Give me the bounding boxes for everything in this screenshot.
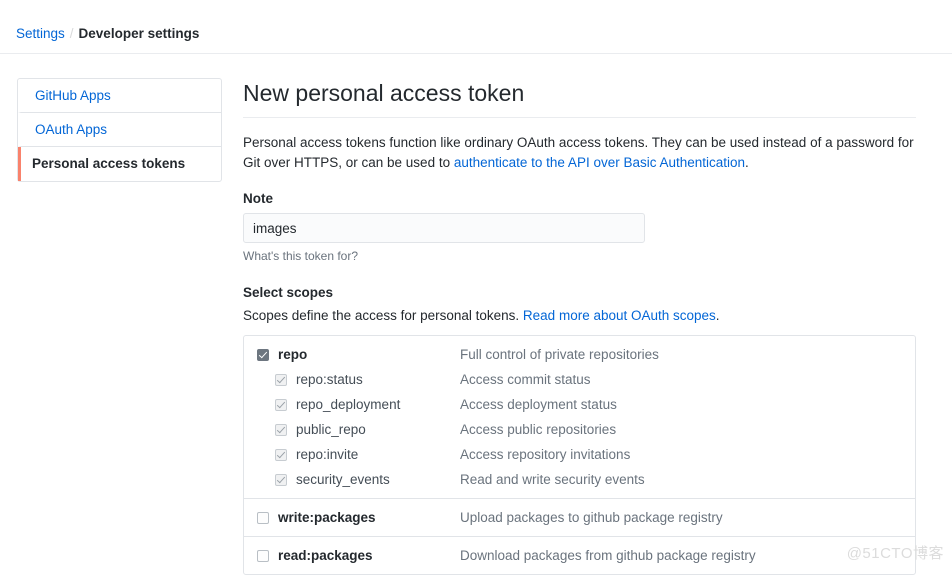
scope-row-repo-deployment[interactable]: repo_deployment Access deployment status (244, 392, 915, 417)
select-scopes-subtext: Scopes define the access for personal to… (243, 308, 916, 323)
scope-row-repo[interactable]: repo Full control of private repositorie… (244, 342, 915, 367)
scopes-subtext-after: . (715, 308, 720, 323)
scope-row-repo-invite[interactable]: repo:invite Access repository invitation… (244, 442, 915, 467)
scope-name-repo-deployment: repo_deployment (296, 397, 401, 412)
page-title: New personal access token (243, 80, 525, 106)
checkbox-repo-status-icon[interactable] (275, 373, 287, 386)
select-scopes-heading: Select scopes (243, 285, 334, 300)
watermark: @51CTO博客 (846, 545, 944, 562)
scopes-list: repo Full control of private repositorie… (243, 335, 916, 575)
scopes-subtext-before: Scopes define the access for personal to… (243, 308, 523, 323)
scope-row-security-events[interactable]: security_events Read and write security … (244, 467, 915, 492)
breadcrumb-settings-link[interactable]: Settings (16, 26, 65, 41)
scope-name-repo-status: repo:status (296, 372, 363, 387)
checkbox-public-repo-icon[interactable] (275, 423, 287, 436)
header-divider (0, 53, 952, 54)
scope-name-public-repo: public_repo (296, 422, 366, 437)
scope-name-write-packages: write:packages (278, 510, 376, 525)
breadcrumb-current: Developer settings (78, 26, 200, 41)
note-help-text: What's this token for? (243, 249, 359, 263)
title-divider (243, 117, 916, 118)
note-label: Note (243, 191, 273, 206)
scope-desc-read-packages: Download packages from github package re… (460, 548, 756, 563)
scope-row-write-packages[interactable]: write:packages Upload packages to github… (244, 505, 915, 530)
scope-name-repo-invite: repo:invite (296, 447, 359, 462)
breadcrumb: Settings / Developer settings (0, 0, 952, 43)
scope-group-write-packages: write:packages Upload packages to github… (244, 505, 915, 537)
breadcrumb-separator: / (69, 26, 74, 41)
checkbox-repo-deployment-icon[interactable] (275, 398, 287, 411)
settings-sidebar: GitHub Apps OAuth Apps Personal access t… (17, 78, 222, 182)
intro-text: Personal access tokens function like ord… (243, 133, 916, 173)
intro-text-after: . (745, 155, 749, 170)
scope-desc-repo: Full control of private repositories (460, 347, 659, 362)
scope-name-read-packages: read:packages (278, 548, 373, 563)
basic-authentication-link[interactable]: authenticate to the API over Basic Authe… (454, 155, 745, 170)
scope-desc-repo-deployment: Access deployment status (460, 397, 617, 412)
scope-row-read-packages[interactable]: read:packages Download packages from git… (244, 543, 915, 568)
scope-desc-write-packages: Upload packages to github package regist… (460, 510, 723, 525)
oauth-scopes-link[interactable]: Read more about OAuth scopes (523, 308, 716, 323)
scope-desc-public-repo: Access public repositories (460, 422, 617, 437)
checkbox-write-packages-icon[interactable] (257, 511, 269, 524)
scope-name-security-events: security_events (296, 472, 390, 487)
scope-desc-repo-invite: Access repository invitations (460, 447, 631, 462)
sidebar-item-github-apps[interactable]: GitHub Apps (18, 79, 221, 113)
checkbox-read-packages-icon[interactable] (257, 549, 269, 562)
scope-group-repo: repo Full control of private repositorie… (244, 342, 915, 499)
note-input[interactable] (243, 213, 645, 243)
checkbox-security-events-icon[interactable] (275, 473, 287, 486)
scope-row-public-repo[interactable]: public_repo Access public repositories (244, 417, 915, 442)
scope-row-repo-status[interactable]: repo:status Access commit status (244, 367, 915, 392)
scope-group-read-packages: read:packages Download packages from git… (244, 543, 915, 568)
scope-name-repo: repo (278, 347, 308, 362)
main-content: New personal access token Personal acces… (243, 78, 916, 575)
scope-desc-repo-status: Access commit status (460, 372, 591, 387)
checkbox-repo-invite-icon[interactable] (275, 448, 287, 461)
sidebar-item-personal-access-tokens[interactable]: Personal access tokens (18, 147, 221, 181)
sidebar-item-oauth-apps[interactable]: OAuth Apps (18, 113, 221, 147)
scope-desc-security-events: Read and write security events (460, 472, 645, 487)
checkbox-repo-icon[interactable] (257, 348, 269, 361)
